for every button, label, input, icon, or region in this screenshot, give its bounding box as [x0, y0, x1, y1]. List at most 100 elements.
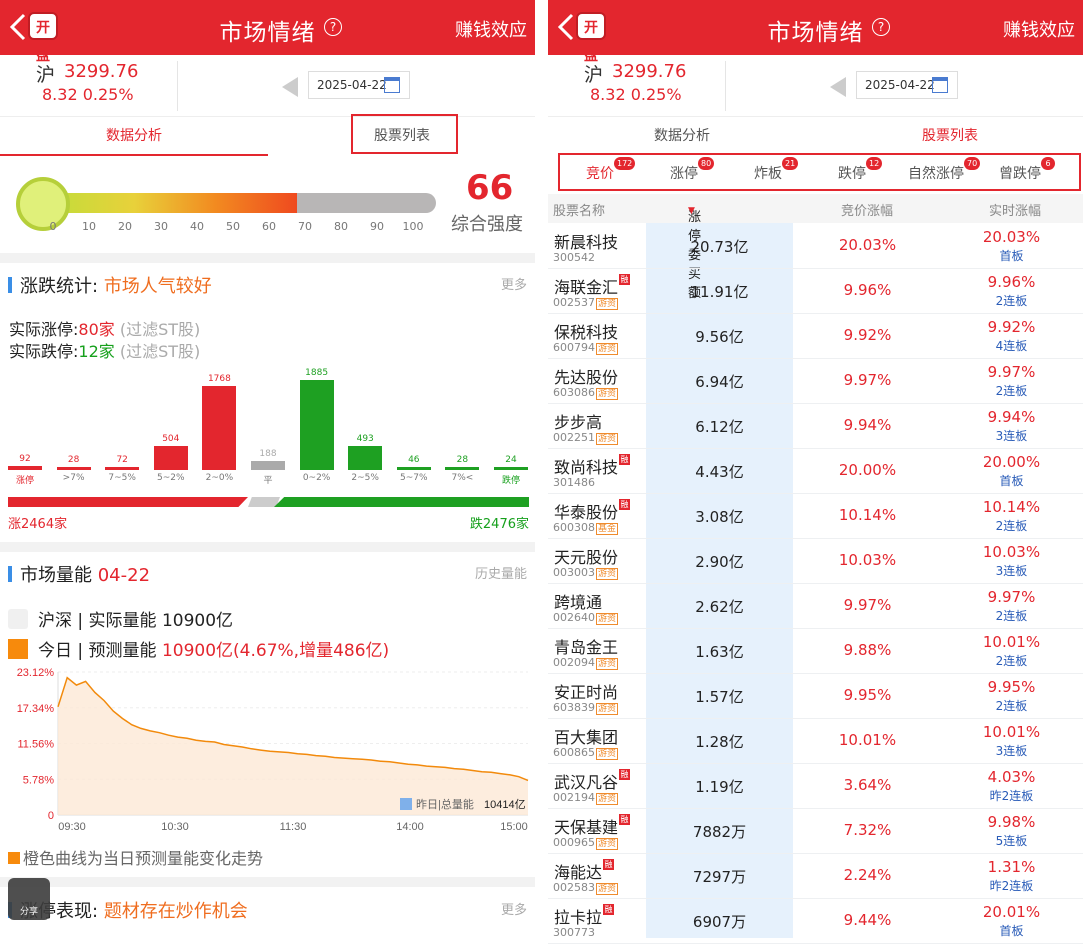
index-change: 8.32 0.25% — [42, 85, 134, 104]
table-row[interactable]: 保税科技 600794 游资 9.56亿 9.92% 9.92% 4连板 — [548, 314, 1083, 359]
stock-tag: 游资 — [596, 883, 619, 895]
stock-name: 新晨科技 — [554, 233, 619, 252]
auction-change: 9.97% — [843, 371, 892, 389]
stock-name: 保税科技 — [554, 323, 619, 342]
table-row[interactable]: 新晨科技 300542 20.73亿 20.03% 20.03% 首板 — [548, 224, 1083, 269]
table-row[interactable]: 海联金汇融 002537 游资 11.91亿 9.96% 9.96% 2连板 — [548, 269, 1083, 314]
bar-column: 92 涨停 — [8, 360, 42, 490]
table-row[interactable]: 步步高 002251 游资 6.12亿 9.94% 9.94% 3连板 — [548, 404, 1083, 449]
stats-title: 涨跌统计: 市场人气较好 — [20, 276, 212, 297]
volume-header: 市场量能 04-22 历史量能 — [0, 553, 535, 593]
subtab-label: 跌停 — [838, 166, 866, 182]
area-fill — [58, 677, 528, 815]
limit-down-stat: 实际跌停:12家 (过滤ST股) — [9, 342, 201, 361]
subtab-item[interactable]: 跌停 12 — [810, 157, 894, 183]
margin-badge: 融 — [603, 904, 615, 915]
calendar-icon[interactable] — [384, 77, 400, 93]
index-name: 沪 — [584, 64, 604, 86]
bar-category-label: 2~5% — [351, 473, 379, 483]
table-row[interactable]: 百大集团 600865 游资 1.28亿 10.01% 10.01% 3连板 — [548, 719, 1083, 764]
tab-list[interactable]: 股票列表 — [816, 118, 1083, 156]
stock-code: 002583 游资 — [553, 881, 619, 895]
bar — [153, 445, 188, 470]
table-row[interactable]: 天保基建融 000965 游资 7882万 7.32% 9.98% 5连板 — [548, 809, 1083, 854]
volume-history-link[interactable]: 历史量能 — [475, 563, 527, 582]
stock-code: 002194 游资 — [553, 791, 619, 805]
table-row[interactable]: 华泰股份融 600308 基金 3.08亿 10.14% 10.14% 2连板 — [548, 494, 1083, 539]
table-row[interactable]: 先达股份 603086 游资 6.94亿 9.97% 9.97% 2连板 — [548, 359, 1083, 404]
gauge-tick: 20 — [118, 220, 132, 233]
subtab-label: 自然涨停 — [908, 166, 964, 182]
bar-category-label: 0~2% — [302, 473, 331, 483]
stock-name: 致尚科技融 — [554, 454, 631, 477]
profit-effect-link[interactable]: 赚钱效应 — [455, 16, 527, 42]
index-name: 沪 — [36, 64, 56, 86]
col-realtime[interactable]: 实时涨幅 — [989, 200, 1041, 219]
bid-amount: 1.28亿 — [695, 733, 744, 751]
stock-tag: 游资 — [596, 613, 619, 625]
table-row[interactable]: 武汉凡谷融 002194 游资 1.19亿 3.64% 4.03% 昨2连板 — [548, 764, 1083, 809]
bar-value-label: 92 — [19, 453, 31, 464]
bar — [494, 467, 528, 470]
table-row[interactable]: 跨境通 002640 游资 2.62亿 9.97% 9.97% 2连板 — [548, 584, 1083, 629]
limit-title: 涨停表现: 题材存在炒作机会 — [20, 901, 248, 922]
col-name[interactable]: 股票名称 — [553, 200, 605, 219]
help-icon[interactable]: ? — [324, 18, 342, 36]
index-bar: 沪 3299.76 8.32 0.25% 2025-04-22 — [548, 55, 1083, 117]
table-row[interactable]: 安正时尚 603839 游资 1.57亿 9.95% 9.95% 2连板 — [548, 674, 1083, 719]
table-row[interactable]: 致尚科技融 301486 4.43亿 20.00% 20.00% 首板 — [548, 449, 1083, 494]
share-button[interactable]: 分享 — [8, 878, 50, 920]
stock-name: 海能达融 — [554, 859, 615, 882]
prev-date-arrow-icon[interactable] — [282, 77, 298, 97]
y-tick-label: 17.34% — [17, 703, 55, 715]
subtab-item[interactable]: 涨停 80 — [642, 157, 726, 183]
tab-analysis[interactable]: 数据分析 — [548, 118, 816, 156]
stats-more-link[interactable]: 更多 — [501, 274, 527, 293]
tab-analysis[interactable]: 数据分析 — [0, 118, 268, 156]
stock-tag: 游资 — [596, 298, 619, 310]
y-tick-label: 5.78% — [23, 774, 54, 786]
bar-value-label: 28 — [67, 455, 80, 465]
subtab-item[interactable]: 竞价 172 — [558, 157, 642, 183]
bid-amount: 9.56亿 — [695, 328, 744, 346]
bar-value-label: 46 — [408, 455, 420, 465]
board-count: 4连板 — [995, 339, 1028, 353]
table-row[interactable]: 拉卡拉融 300773 6907万 9.44% 20.01% 首板 — [548, 899, 1083, 944]
up-down-ratio-bar — [8, 497, 529, 507]
board-count: 2连板 — [995, 654, 1028, 668]
bid-amount: 1.57亿 — [695, 688, 744, 706]
auction-change: 10.14% — [838, 506, 897, 524]
subtab-item[interactable]: 炸板 21 — [726, 157, 810, 183]
stock-code: 003003 游资 — [553, 566, 619, 580]
margin-badge: 融 — [619, 769, 631, 780]
col-bid[interactable]: 竞价涨幅 — [841, 200, 893, 219]
table-row[interactable]: 青岛金王 002094 游资 1.63亿 9.88% 10.01% 2连板 — [548, 629, 1083, 674]
prev-date-arrow-icon[interactable] — [830, 77, 846, 97]
stock-tag: 游资 — [596, 658, 619, 670]
stock-name: 海联金汇融 — [554, 274, 631, 297]
tab-underline — [0, 154, 268, 156]
bar-category-label: 5~2% — [157, 473, 185, 483]
subtab-item[interactable]: 自然涨停 70 — [894, 157, 981, 183]
section-marker — [8, 277, 12, 293]
auction-change: 9.92% — [843, 326, 892, 344]
table-row[interactable]: 海能达融 002583 游资 7297万 2.24% 1.31% 昨2连板 — [548, 854, 1083, 899]
stock-name: 青岛金王 — [554, 638, 619, 657]
stock-name: 华泰股份融 — [554, 499, 631, 522]
subtab-item[interactable]: 曾跌停 6 — [978, 157, 1062, 183]
bar — [299, 380, 334, 470]
up-total: 涨2464家 — [8, 517, 68, 532]
profit-effect-link[interactable]: 赚钱效应 — [1003, 16, 1075, 42]
auction-change: 10.03% — [838, 551, 897, 569]
stock-tag: 游资 — [596, 793, 619, 805]
table-row[interactable]: 天元股份 003003 游资 2.90亿 10.03% 10.03% 3连板 — [548, 539, 1083, 584]
nav-bar: 开盘 市场情绪 ? 赚钱效应 — [0, 0, 535, 64]
stock-code: 600794 游资 — [553, 341, 619, 355]
limit-more-link[interactable]: 更多 — [501, 899, 527, 918]
index-value: 3299.76 — [612, 61, 687, 82]
help-icon[interactable]: ? — [872, 18, 890, 36]
subtab-label: 曾跌停 — [999, 166, 1041, 182]
bar-column: 28 >7% — [56, 360, 91, 490]
calendar-icon[interactable] — [932, 77, 948, 93]
count-badge: 21 — [782, 157, 799, 170]
